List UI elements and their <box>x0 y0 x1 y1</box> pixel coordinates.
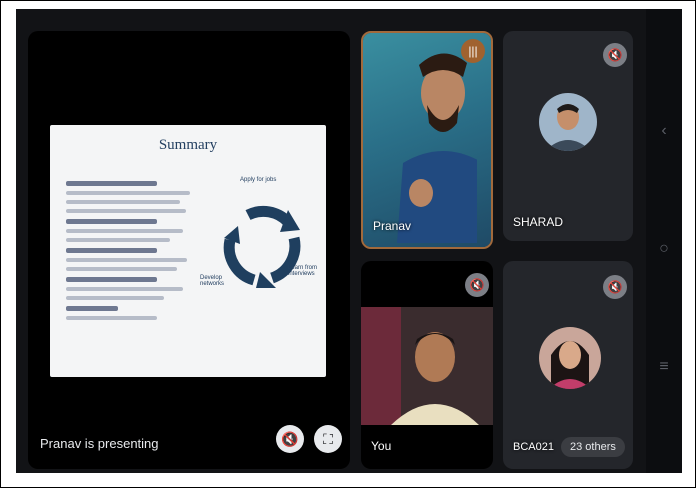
cycle-label-apply: Apply for jobs <box>240 177 277 183</box>
person-silhouette <box>397 53 477 243</box>
mic-off-icon: 🔇 <box>603 43 627 67</box>
participant-tile-pranav[interactable]: ||| Pranav <box>361 31 493 249</box>
person-silhouette <box>391 332 479 425</box>
avatar <box>539 93 597 151</box>
cycle-label-develop: Develop networks <box>200 275 225 287</box>
meeting-screen: Summary Apply for jobs Learn from interv… <box>16 9 646 473</box>
system-nav-bar: ‹ ○ ≡ <box>646 9 682 473</box>
presentation-tile[interactable]: Summary Apply for jobs Learn from interv… <box>28 31 350 469</box>
mic-off-icon: 🔇 <box>603 275 627 299</box>
participant-name: BCA021 <box>513 441 554 453</box>
camera-feed <box>361 307 493 425</box>
audio-wave-icon: ||| <box>461 39 485 63</box>
slide-title: Summary <box>158 137 218 153</box>
mic-off-icon: 🔇 <box>465 273 489 297</box>
participant-tile-you[interactable]: 🔇 You <box>361 261 493 469</box>
participant-name: SHARAD <box>513 215 564 229</box>
shared-slide: Summary Apply for jobs Learn from interv… <box>50 125 326 377</box>
menu-icon[interactable]: ≡ <box>654 357 674 377</box>
back-icon[interactable]: ‹ <box>654 121 674 141</box>
participant-tile-sharad[interactable]: 🔇 SHARAD <box>503 31 633 241</box>
slide-bullets <box>66 175 196 325</box>
participant-name: Pranav <box>373 219 412 233</box>
participant-name: You <box>371 439 392 453</box>
cycle-label-learn: Learn from interviews <box>288 265 318 277</box>
avatar <box>539 327 601 389</box>
home-icon[interactable]: ○ <box>654 239 674 259</box>
fullscreen-icon[interactable]: ⛶ <box>314 425 342 453</box>
participant-tile-others[interactable]: 🔇 BCA021 23 others <box>503 261 633 469</box>
others-count-chip[interactable]: 23 others <box>561 437 625 457</box>
mic-off-icon[interactable]: 🔇 <box>276 425 304 453</box>
screenshot-frame: Summary Apply for jobs Learn from interv… <box>0 0 696 488</box>
presenting-label: Pranav is presenting <box>40 436 159 451</box>
